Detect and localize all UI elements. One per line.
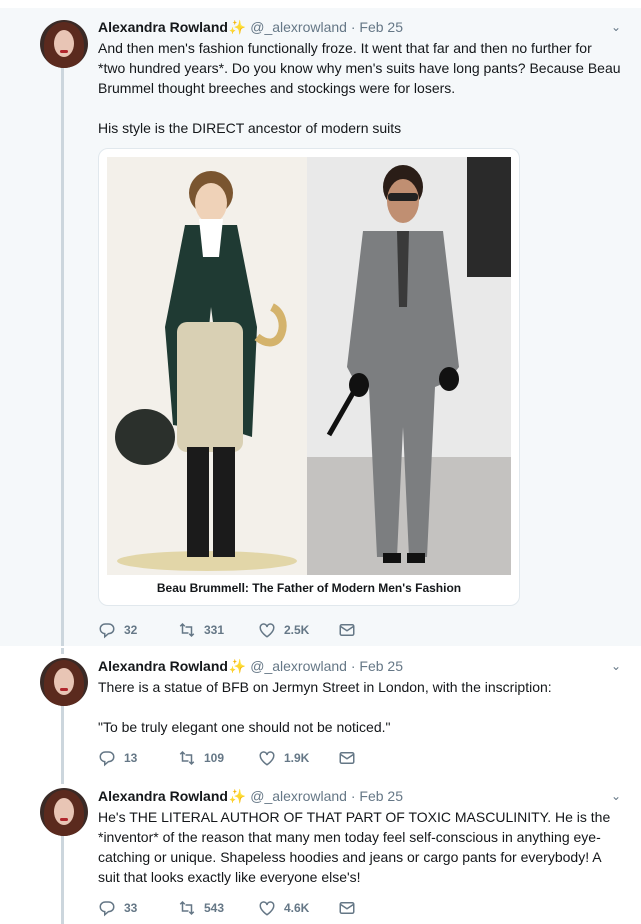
envelope-icon [339, 624, 355, 636]
dm-button[interactable] [338, 749, 418, 767]
heart-icon [259, 623, 275, 638]
tweet-text: There is a statue of BFB on Jermyn Stree… [98, 679, 552, 735]
thread-connector [61, 648, 64, 654]
reply-button[interactable]: 13 [98, 749, 178, 767]
reply-count: 33 [124, 901, 138, 915]
avatar[interactable] [40, 20, 88, 68]
reply-icon [99, 623, 115, 639]
reply-icon [99, 751, 115, 767]
reply-button[interactable]: 32 [98, 621, 178, 639]
tweet-date[interactable]: · Feb 25 [351, 19, 403, 35]
author-name[interactable]: Alexandra Rowland [98, 788, 228, 804]
card-image [107, 157, 511, 575]
tweet-actions: 33 543 4.6K [98, 898, 418, 918]
card-caption: Beau Brummell: The Father of Modern Men'… [156, 581, 462, 595]
reply-button[interactable]: 33 [98, 899, 178, 917]
like-count: 1.9K [284, 751, 310, 765]
tweet-2[interactable]: Alexandra Rowland✨ @_alexrowland · Feb 2… [0, 648, 641, 778]
retweet-count: 331 [204, 623, 225, 637]
chevron-down-icon[interactable]: ⌄ [611, 18, 621, 37]
envelope-icon [339, 752, 355, 764]
tweet-date[interactable]: · Feb 25 [351, 788, 403, 804]
author-handle[interactable]: @_alexrowland [250, 19, 347, 35]
heart-icon [259, 901, 275, 916]
chevron-down-icon[interactable]: ⌄ [611, 657, 621, 676]
thread-connector [61, 66, 64, 646]
like-button[interactable]: 2.5K [258, 621, 338, 639]
sparkle-icon: ✨ [228, 658, 247, 674]
avatar[interactable] [40, 788, 88, 836]
sparkle-icon: ✨ [228, 788, 247, 804]
tweet-3[interactable]: Alexandra Rowland✨ @_alexrowland · Feb 2… [0, 778, 641, 924]
retweet-icon [179, 900, 195, 916]
tweet-date[interactable]: · Feb 25 [351, 658, 403, 674]
tweet-actions: 32 331 2.5K [98, 620, 418, 640]
tweet-text: And then men's fashion functionally froz… [98, 40, 621, 136]
like-count: 2.5K [284, 623, 310, 637]
thread-connector [61, 836, 64, 924]
chevron-down-icon[interactable]: ⌄ [611, 787, 621, 806]
tweet-1[interactable]: Alexandra Rowland✨ @_alexrowland · Feb 2… [0, 8, 641, 646]
tweet-header: Alexandra Rowland✨ @_alexrowland · Feb 2… [98, 787, 621, 806]
author-handle[interactable]: @_alexrowland [250, 788, 347, 804]
heart-icon [259, 751, 275, 766]
retweet-button[interactable]: 109 [178, 749, 258, 767]
like-button[interactable]: 1.9K [258, 749, 338, 767]
like-count: 4.6K [284, 901, 310, 915]
tweet-header: Alexandra Rowland✨ @_alexrowland · Feb 2… [98, 18, 621, 37]
thread-timeline: Alexandra Rowland✨ @_alexrowland · Feb 2… [0, 0, 641, 924]
like-button[interactable]: 4.6K [258, 899, 338, 917]
tweet-header: Alexandra Rowland✨ @_alexrowland · Feb 2… [98, 657, 621, 676]
avatar[interactable] [40, 658, 88, 706]
retweet-icon [179, 622, 195, 638]
reply-count: 13 [124, 751, 138, 765]
retweet-count: 109 [204, 751, 225, 765]
envelope-icon [339, 902, 355, 914]
reply-icon [99, 901, 115, 917]
thread-connector [61, 778, 64, 784]
author-handle[interactable]: @_alexrowland [250, 658, 347, 674]
thread-connector [61, 706, 64, 778]
tweet-actions: 13 109 1.9K [98, 748, 418, 768]
retweet-button[interactable]: 543 [178, 899, 258, 917]
tweet-text: He's THE LITERAL AUTHOR OF THAT PART OF … [98, 809, 615, 885]
sparkle-icon: ✨ [228, 19, 247, 35]
author-name[interactable]: Alexandra Rowland [98, 658, 228, 674]
retweet-icon [179, 750, 195, 766]
dm-button[interactable] [338, 899, 418, 917]
retweet-button[interactable]: 331 [178, 621, 258, 639]
reply-count: 32 [124, 623, 138, 637]
retweet-count: 543 [204, 901, 225, 915]
link-card[interactable]: Beau Brummell: The Father of Modern Men'… [98, 148, 520, 606]
dm-button[interactable] [338, 621, 418, 639]
author-name[interactable]: Alexandra Rowland [98, 19, 228, 35]
